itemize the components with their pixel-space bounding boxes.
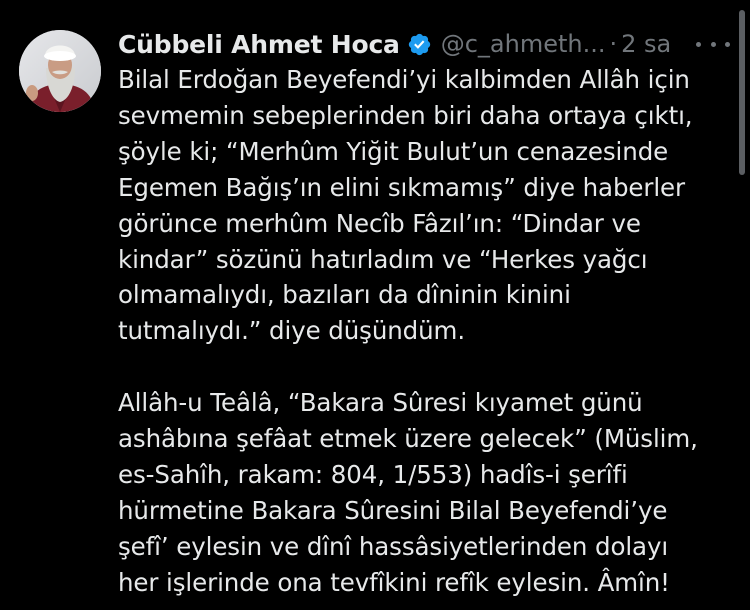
avatar-photo-icon bbox=[19, 30, 101, 112]
text-line: şefî’ eylesin ve dînî hassâsiyetlerinden… bbox=[118, 531, 669, 561]
tweet[interactable]: Cübbeli Ahmet Hoca @c_ahmeth... · 2 sa B… bbox=[0, 0, 750, 610]
text-line: sevmemin sebeplerinden biri daha ortaya … bbox=[118, 100, 693, 130]
more-options-icon[interactable] bbox=[696, 34, 730, 54]
text-line: hürmetine Bakara Sûresini Bilal Beyefend… bbox=[118, 495, 668, 525]
header-separator: · bbox=[609, 30, 618, 58]
tweet-text: Bilal Erdoğan Beyefendi’yi kalbimden All… bbox=[118, 62, 738, 601]
text-line: kindar” sözünü hatırladım ve “Herkes yağ… bbox=[118, 244, 648, 274]
text-line: es-Sahîh, rakam: 804, 1/553) hadîs-i şer… bbox=[118, 459, 628, 489]
text-line: şöyle ki; “Merhûm Yiğit Bulut’un cenazes… bbox=[118, 136, 669, 166]
text-line: ashâbına şefâat etmek üzere gelecek” (Mü… bbox=[118, 424, 698, 454]
author-handle[interactable]: @c_ahmeth... bbox=[441, 30, 606, 58]
text-line: her işlerinde ona tevfîkini refîk eylesi… bbox=[118, 567, 670, 597]
tweet-header: Cübbeli Ahmet Hoca @c_ahmeth... · 2 sa bbox=[118, 24, 671, 64]
text-line: olmamalıydı, bazıları da dîninin kinini bbox=[118, 280, 571, 310]
text-line: Bilal Erdoğan Beyefendi’yi kalbimden All… bbox=[118, 65, 690, 94]
dot bbox=[725, 41, 730, 47]
dot bbox=[710, 41, 716, 47]
author-avatar[interactable] bbox=[19, 30, 101, 112]
text-line: Egemen Bağış’ın elini sıkmamış” diye hab… bbox=[118, 172, 685, 202]
verified-badge-icon[interactable] bbox=[407, 32, 432, 57]
text-line: Allâh-u Teâlâ, “Bakara Sûresi kıyamet gü… bbox=[118, 388, 643, 418]
dot bbox=[696, 41, 701, 47]
author-display-name[interactable]: Cübbeli Ahmet Hoca bbox=[118, 30, 400, 59]
tweet-timestamp[interactable]: 2 sa bbox=[621, 30, 671, 58]
text-line: tutmalıydı.” diye düşündüm. bbox=[118, 316, 466, 346]
scrollbar-thumb[interactable] bbox=[739, 10, 745, 175]
text-line: görünce merhûm Necîb Fâzıl’ın: “Dindar v… bbox=[118, 208, 641, 238]
